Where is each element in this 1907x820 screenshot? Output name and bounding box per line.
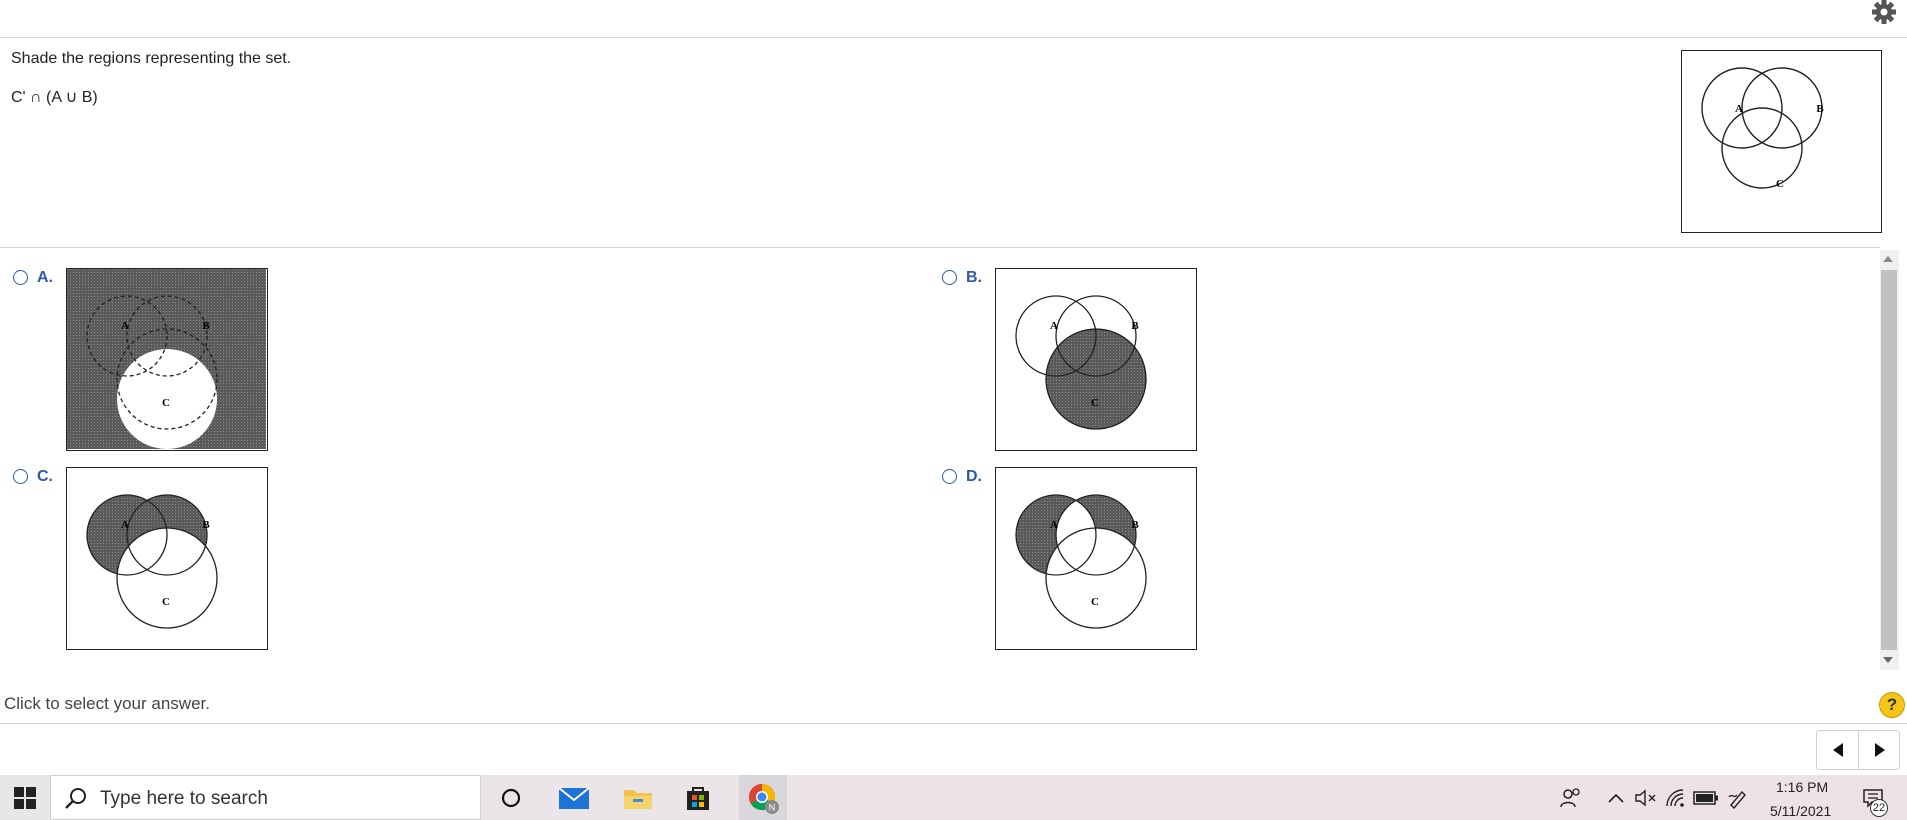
chrome-profile-badge: N [769,803,776,813]
label-a: A [1735,103,1743,115]
option-d-venn-diagram[interactable]: A B C [995,467,1197,650]
notification-count-badge: 22 [1870,799,1888,817]
option-d-radio[interactable] [942,469,957,484]
option-c-label-a: A [121,519,129,531]
next-question-button[interactable] [1859,731,1900,769]
option-c-label[interactable]: C. [37,468,53,486]
question-instruction: Shade the regions representing the set. [11,50,292,67]
chrome-icon[interactable]: N [742,780,784,816]
option-b-venn-diagram[interactable]: A B C [995,268,1197,451]
windows-logo-icon [14,786,36,809]
footer-divider [0,723,1907,724]
clock-time[interactable]: 1:16 PM [1776,779,1828,795]
option-b-label[interactable]: B. [966,269,982,287]
scroll-down-arrow-icon[interactable] [1883,657,1893,663]
label-c: C [1776,178,1784,190]
option-a-label-a: A [121,320,129,332]
pen-workspace-icon[interactable] [1717,780,1759,816]
option-b-label-c: C [1091,397,1099,409]
file-explorer-icon[interactable] [617,780,659,816]
top-divider [0,37,1907,38]
scroll-up-arrow-icon[interactable] [1883,256,1893,262]
option-d-label-b: B [1131,519,1139,531]
triangle-left-icon [1832,743,1843,757]
settings-gear-icon[interactable] [1864,0,1898,26]
scrollbar-thumb[interactable] [1881,270,1897,650]
section-divider [0,247,1880,248]
people-icon[interactable] [1550,780,1592,816]
option-d-label[interactable]: D. [966,468,982,486]
clock-date[interactable]: 5/11/2021 [1770,803,1831,819]
option-c-venn-diagram[interactable]: A B C [66,467,268,650]
triangle-right-icon [1874,743,1885,757]
store-icon[interactable] [677,780,719,816]
search-icon [64,786,88,815]
mail-icon[interactable] [553,780,595,816]
windows-start-button[interactable] [0,775,50,820]
option-a-label-c: C [162,397,170,409]
help-button[interactable]: ? [1879,692,1905,718]
option-d-label-c: C [1091,596,1099,608]
option-c-radio[interactable] [13,469,28,484]
option-c-label-b: B [202,519,210,531]
option-c-label-c: C [162,596,170,608]
previous-question-button[interactable] [1817,731,1858,769]
option-b-label-b: B [1131,320,1139,332]
option-b-radio[interactable] [942,270,957,285]
reference-venn-diagram: A B C [1681,50,1882,233]
nav-divider [1858,731,1859,769]
option-a-radio[interactable] [13,270,28,285]
option-b-label-a: A [1050,320,1058,332]
option-d-label-a: A [1050,519,1058,531]
option-a-venn-diagram[interactable]: A B C [66,268,268,451]
set-expression: C' ∩ (A ∪ B) [11,89,98,106]
cortana-icon[interactable] [490,780,532,816]
option-a-label-b: B [202,320,210,332]
select-answer-hint: Click to select your answer. [4,694,210,713]
option-a-label[interactable]: A. [37,269,53,287]
label-b: B [1816,103,1824,115]
search-placeholder: Type here to search [100,788,268,809]
